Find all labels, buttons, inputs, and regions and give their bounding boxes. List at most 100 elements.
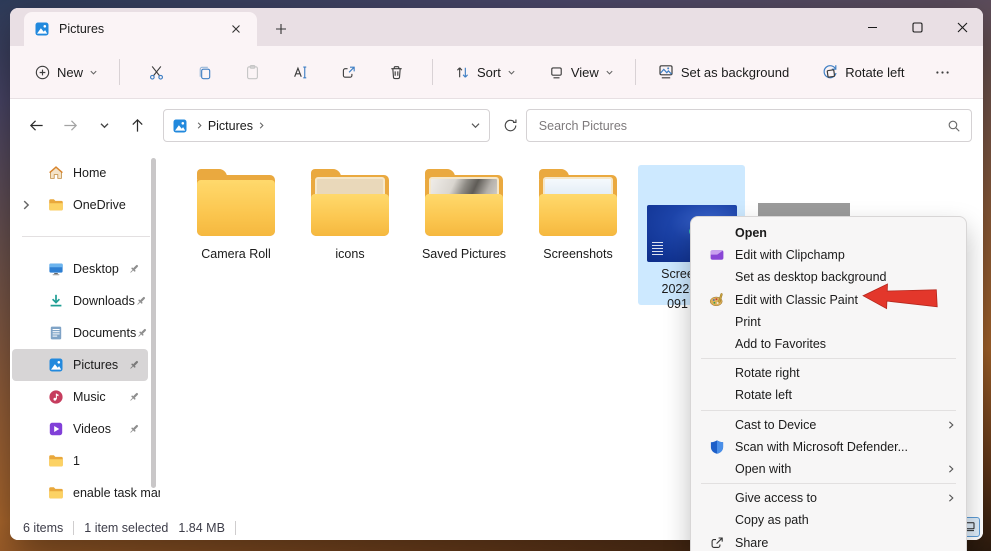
address-bar[interactable]: Pictures: [163, 109, 490, 142]
classic-paint-icon: [709, 292, 725, 308]
menu-item-copy-as-path[interactable]: Copy as path: [691, 509, 966, 531]
sidebar-item-label: Pictures: [73, 358, 118, 372]
chevron-down-icon: [605, 68, 614, 77]
menu-item-rotate-left[interactable]: Rotate left: [691, 384, 966, 406]
menu-item-give-access-to[interactable]: Give access to: [691, 487, 966, 509]
tab-close-icon[interactable]: [225, 18, 247, 40]
menu-item-scan-with-defender[interactable]: Scan with Microsoft Defender...: [691, 436, 966, 458]
folder-tile-saved-pictures[interactable]: Saved Pictures: [407, 168, 521, 261]
sidebar-item-onedrive[interactable]: OneDrive: [12, 189, 148, 221]
cut-button[interactable]: [137, 55, 175, 89]
defender-shield-icon: [709, 439, 725, 455]
sidebar-item-home[interactable]: Home: [12, 157, 148, 189]
minimize-button[interactable]: [852, 12, 892, 42]
see-more-button[interactable]: [923, 55, 961, 89]
chevron-right-icon: [257, 121, 266, 130]
rename-button[interactable]: [281, 55, 319, 89]
annotation-arrow: [860, 280, 940, 316]
back-arrow-icon: [28, 117, 45, 134]
chevron-down-icon: [507, 68, 516, 77]
view-button[interactable]: View: [539, 57, 623, 88]
chevron-down-icon: [89, 68, 98, 77]
menu-item-rotate-right[interactable]: Rotate right: [691, 362, 966, 384]
submenu-chevron-icon: [946, 420, 956, 430]
status-separator: [73, 521, 74, 535]
pin-icon: [128, 423, 140, 435]
search-box[interactable]: [526, 109, 972, 142]
sidebar-item-videos[interactable]: Videos: [12, 413, 148, 445]
sidebar-item-pictures[interactable]: Pictures: [12, 349, 148, 381]
paste-button[interactable]: [233, 55, 271, 89]
navigation-bar: Pictures: [10, 99, 983, 152]
menu-item-open-with[interactable]: Open with: [691, 458, 966, 480]
folder-tile-screenshots[interactable]: Screenshots: [521, 168, 635, 261]
rename-icon: [292, 64, 309, 81]
menu-item-edit-with-clipchamp[interactable]: Edit with Clipchamp: [691, 244, 966, 266]
expand-chevron-icon[interactable]: [20, 199, 32, 211]
sidebar-item-folder-1[interactable]: 1: [12, 445, 148, 477]
sidebar-item-music[interactable]: Music: [12, 381, 148, 413]
folder-icon: [48, 485, 64, 501]
sidebar-item-label: Desktop: [73, 262, 119, 276]
folder-tile-camera-roll[interactable]: Camera Roll: [179, 168, 293, 261]
rotate-left-button[interactable]: Rotate left: [812, 56, 913, 88]
submenu-chevron-icon: [946, 464, 956, 474]
close-button[interactable]: [942, 12, 982, 42]
refresh-button[interactable]: [496, 111, 526, 141]
set-as-background-button[interactable]: Set as background: [648, 56, 798, 88]
desktop-icon: [48, 261, 64, 277]
menu-item-share[interactable]: Share: [691, 531, 966, 551]
sidebar-item-downloads[interactable]: Downloads: [12, 285, 148, 317]
delete-button[interactable]: [377, 55, 415, 89]
pin-icon: [128, 359, 140, 371]
downloads-icon: [48, 293, 64, 309]
home-icon: [48, 165, 64, 181]
sidebar-item-enable-task[interactable]: enable task mar: [12, 477, 148, 509]
chevron-right-icon: [195, 121, 204, 130]
sidebar-item-documents[interactable]: Documents: [12, 317, 148, 349]
view-button-label: View: [571, 65, 599, 80]
sidebar-item-desktop[interactable]: Desktop: [12, 253, 148, 285]
new-tab-button[interactable]: [268, 16, 294, 42]
menu-separator: [701, 358, 956, 359]
tab-bar: Pictures: [10, 8, 983, 46]
submenu-chevron-icon: [946, 493, 956, 503]
forward-button[interactable]: [54, 110, 88, 142]
refresh-icon: [503, 118, 518, 133]
menu-item-open[interactable]: Open: [691, 222, 966, 244]
recent-locations-button[interactable]: [87, 110, 121, 142]
command-toolbar: New Sort: [10, 46, 983, 99]
folder-name: icons: [293, 247, 407, 261]
breadcrumb-pictures[interactable]: Pictures: [208, 119, 253, 133]
set-as-background-label: Set as background: [681, 65, 789, 80]
folder-icon: [190, 168, 282, 244]
copy-icon: [196, 64, 213, 81]
back-button[interactable]: [20, 110, 54, 142]
menu-item-cast-to-device[interactable]: Cast to Device: [691, 414, 966, 436]
sort-icon: [454, 64, 471, 81]
copy-button[interactable]: [185, 55, 223, 89]
sidebar-item-label: Home: [73, 166, 106, 180]
up-button[interactable]: [121, 110, 155, 142]
context-menu: Open Edit with Clipchamp Set as desktop …: [690, 216, 967, 551]
set-as-background-icon: [657, 63, 675, 81]
new-button[interactable]: New: [25, 57, 107, 88]
share-button[interactable]: [329, 55, 367, 89]
pin-icon: [128, 391, 140, 403]
music-icon: [48, 389, 64, 405]
address-dropdown-icon[interactable]: [470, 120, 481, 131]
sort-button[interactable]: Sort: [445, 57, 525, 88]
toolbar-separator: [432, 59, 433, 85]
sidebar-separator: [22, 236, 150, 237]
scissors-icon: [148, 64, 165, 81]
search-input[interactable]: [537, 118, 947, 134]
chevron-down-icon: [99, 120, 110, 131]
up-arrow-icon: [129, 117, 146, 134]
sidebar-scrollbar[interactable]: [151, 158, 156, 488]
menu-separator: [701, 410, 956, 411]
tab-pictures[interactable]: Pictures: [24, 12, 257, 46]
folder-icon: [48, 453, 64, 469]
maximize-button[interactable]: [897, 12, 937, 42]
menu-item-add-to-favorites[interactable]: Add to Favorites: [691, 333, 966, 355]
folder-tile-icons[interactable]: icons: [293, 168, 407, 261]
